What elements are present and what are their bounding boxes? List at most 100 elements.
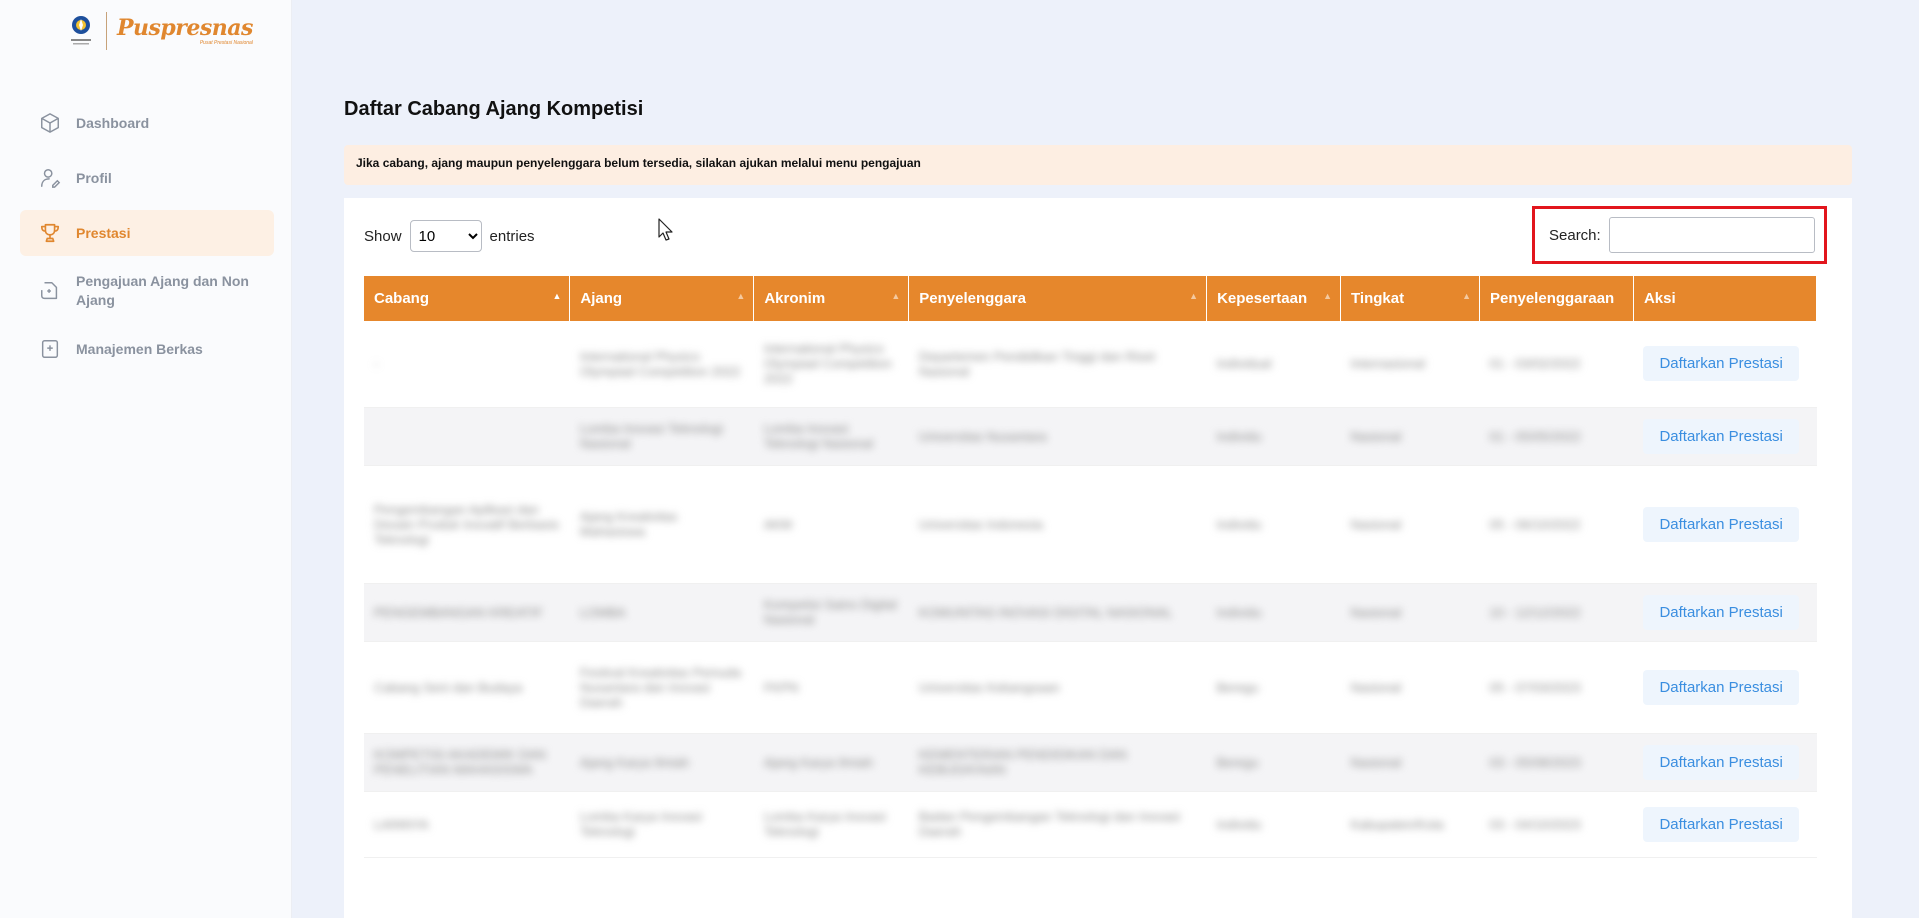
logo-divider [106, 12, 107, 50]
table-cell-aksi: Daftarkan Prestasi [1633, 583, 1816, 641]
sidebar-item-manajemen-berkas[interactable]: Manajemen Berkas [20, 326, 274, 372]
cell-text: Internasional [1350, 356, 1425, 372]
table-cell-ajang: Festival Kreativitas Pemuda Nusantara da… [570, 641, 754, 733]
cell-text: Lomba Karya Inovasi Teknologi [763, 809, 886, 839]
daftarkan-prestasi-button[interactable]: Daftarkan Prestasi [1643, 418, 1799, 454]
kemdikbud-emblem-icon [66, 14, 96, 48]
cell-text: Individu [1216, 816, 1262, 832]
table-cell-kepesertaan: Individu [1207, 583, 1341, 641]
search-highlight-box: Search: [1532, 206, 1827, 264]
table-cell-cabang: - [364, 321, 570, 407]
table-cell-kepesertaan: Individu [1207, 465, 1341, 583]
cell-text: Ajang Kreativitas Mahasiswa [579, 509, 678, 539]
table-cell-akronim: Kompetisi Sains Digital Nasional [754, 583, 909, 641]
sidebar-item-prestasi[interactable]: Prestasi [20, 210, 274, 256]
daftarkan-prestasi-button[interactable]: Daftarkan Prestasi [1643, 594, 1799, 630]
table-cell-cabang: KOMPETISI AKADEMIK DAN PENELITIAN MAHASI… [364, 733, 570, 791]
column-header-penyelenggaraan[interactable]: Penyelenggaraan [1479, 276, 1633, 321]
table-cell-penyelenggara: KEMENTERIAN PENDIDIKAN DAN KEBUDAYAAN [909, 733, 1207, 791]
table-cell-cabang: Cabang Seni dan Budaya [364, 641, 570, 733]
column-header-ajang[interactable]: Ajang ▲ [570, 276, 754, 321]
cell-text: 01 - 05/05/2022 [1489, 428, 1581, 444]
table-cell-penyelenggara: Universitas Nusantara [909, 407, 1207, 465]
cell-text: Nasional [1350, 754, 1402, 770]
sidebar-item-label: Profil [76, 170, 112, 186]
sort-icon: ▲ [891, 291, 901, 301]
cell-text: Individu [1216, 516, 1262, 532]
column-header-akronim[interactable]: Akronim ▲ [754, 276, 909, 321]
info-alert: Jika cabang, ajang maupun penyelenggara … [344, 145, 1852, 185]
show-label: Show [364, 227, 402, 245]
table-cell-kepesertaan: Individu [1207, 791, 1341, 857]
cube-icon [38, 111, 62, 135]
logo-wordmark: Puspresnas Pusat Prestasi Nasional [117, 17, 253, 46]
cell-text: Beregu [1216, 754, 1259, 770]
page-length-select[interactable]: 10 [409, 220, 482, 252]
cell-text: 03 - 05/08/2023 [1489, 754, 1581, 770]
sidebar-item-label: Prestasi [76, 225, 131, 241]
page-title: Daftar Cabang Ajang Kompetisi [344, 98, 644, 120]
sidebar-nav: Dashboard Profil Prestasi Pengajuan Ajan… [20, 100, 274, 381]
sidebar-item-profil[interactable]: Profil [20, 155, 274, 201]
cell-text: LOMBA [579, 604, 626, 620]
cell-text: Lomba Karya Inovasi Teknologi [579, 809, 703, 839]
sort-icon: ▲ [736, 291, 746, 301]
document-add-icon [38, 279, 62, 303]
daftarkan-prestasi-button[interactable]: Daftarkan Prestasi [1643, 806, 1799, 842]
table-cell-penyelenggaraan: 01 - 03/02/2022 [1479, 321, 1633, 407]
cell-text: Cabang Seni dan Budaya [374, 679, 523, 695]
sidebar-item-label: Pengajuan Ajang dan Non Ajang [76, 273, 249, 308]
cell-text: Departemen Pendidikan Tinggi dan Riset N… [918, 348, 1156, 379]
table-row: Cabang Seni dan Budaya Festival Kreativit… [364, 641, 1817, 733]
table-cell-kepesertaan: Individual [1207, 321, 1341, 407]
brand-logo[interactable]: Puspresnas Pusat Prestasi Nasional [66, 10, 253, 52]
trophy-icon [38, 221, 62, 245]
daftarkan-prestasi-button[interactable]: Daftarkan Prestasi [1643, 744, 1799, 780]
cell-text: 10 - 12/12/2022 [1489, 604, 1581, 620]
cell-text: KOMUNITAS INOVASI DIGITAL NASIONAL [918, 604, 1173, 620]
cell-text: Nasional [1350, 679, 1402, 695]
mouse-cursor-icon [658, 218, 674, 247]
sort-icon: ▲ [1323, 291, 1333, 301]
column-header-tingkat[interactable]: Tingkat ▲ [1341, 276, 1480, 321]
table-row: LAINNYA Lomba Karya Inovasi Teknologi Lomb… [364, 791, 1817, 857]
cell-text: 05 - 06/10/2022 [1489, 516, 1581, 532]
cell-text: Lomba Inovasi Teknologi Nasional [579, 421, 723, 451]
sidebar-item-dashboard[interactable]: Dashboard [20, 100, 274, 146]
table-row: PENGEMBANGAN KREATIF LOMBA Kompetisi Sains… [364, 583, 1817, 641]
table-cell-aksi: Daftarkan Prestasi [1633, 407, 1816, 465]
cell-text: Pengembangan Aplikasi dan Desain Produk … [374, 501, 559, 547]
table-cell-ajang: International Physics Olympiad Competiti… [570, 321, 754, 407]
table-cell-penyelenggara: Universitas Kebangsaan [909, 641, 1207, 733]
table-cell-tingkat: Nasional [1341, 407, 1480, 465]
cell-text: Nasional [1350, 604, 1402, 620]
cell-text: AKM [763, 516, 792, 532]
table-row: Pengembangan Aplikasi dan Desain Produk … [364, 465, 1817, 583]
search-input[interactable] [1608, 217, 1815, 253]
table-cell-kepesertaan: Beregu [1207, 641, 1341, 733]
cell-text: Nasional [1350, 516, 1402, 532]
cell-text: 03 - 04/10/2023 [1489, 816, 1581, 832]
sort-icon: ▲ [1462, 291, 1471, 301]
table-cell-kepesertaan: Individu [1207, 407, 1341, 465]
table-card: Show 10 entries Search: Cabang ▲ Ajang ▲… [344, 198, 1852, 918]
search-label: Search: [1549, 226, 1601, 244]
sidebar-item-pengajuan[interactable]: Pengajuan Ajang dan Non Ajang [20, 265, 274, 317]
table-cell-akronim: Ajang Karya Ilmiah [754, 733, 909, 791]
daftarkan-prestasi-button[interactable]: Daftarkan Prestasi [1643, 506, 1799, 542]
table-cell-akronim: International Physics Olympiad Competiti… [754, 321, 909, 407]
column-header-penyelenggara[interactable]: Penyelenggara ▲ [909, 276, 1207, 321]
table-cell-akronim: FKPN [754, 641, 909, 733]
user-edit-icon [38, 166, 62, 190]
table-cell-tingkat: Kabupaten/Kota [1341, 791, 1480, 857]
cell-text: Universitas Nusantara [918, 428, 1047, 444]
daftarkan-prestasi-button[interactable]: Daftarkan Prestasi [1643, 346, 1799, 382]
table-cell-penyelenggaraan: 05 - 06/10/2022 [1479, 465, 1633, 583]
table-cell-penyelenggara: Badan Pengembangan Teknologi dan Inovasi… [909, 791, 1207, 857]
table-cell-aksi: Daftarkan Prestasi [1633, 321, 1816, 407]
sidebar-item-label: Manajemen Berkas [76, 341, 203, 357]
column-header-kepesertaan[interactable]: Kepesertaan ▲ [1207, 276, 1341, 321]
table-row: KOMPETISI AKADEMIK DAN PENELITIAN MAHASI… [364, 733, 1817, 791]
column-header-cabang[interactable]: Cabang ▲ [364, 276, 570, 321]
daftarkan-prestasi-button[interactable]: Daftarkan Prestasi [1643, 669, 1799, 705]
